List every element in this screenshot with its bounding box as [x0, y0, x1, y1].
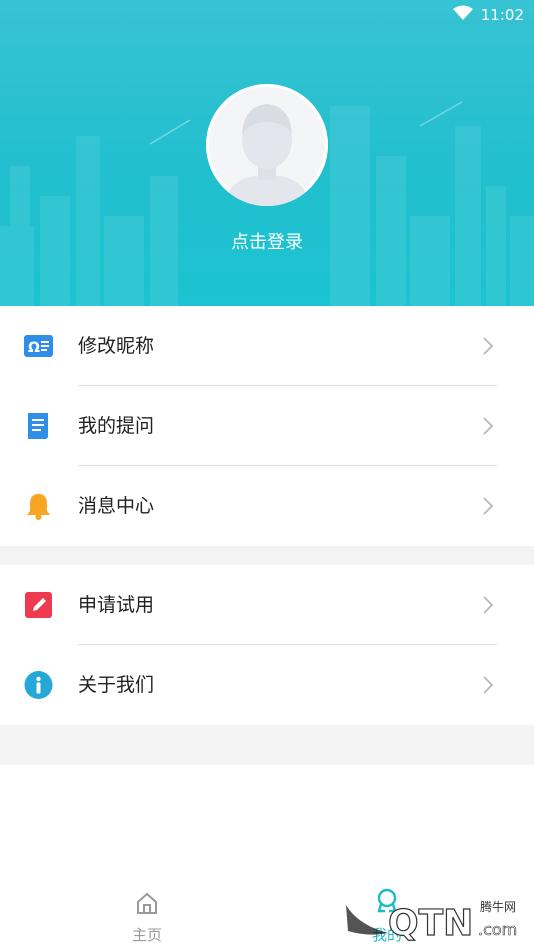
bell-icon — [27, 494, 50, 520]
watermark-site-name: 腾牛网 — [480, 899, 516, 914]
status-time: 11:02 — [480, 6, 524, 24]
profile-header: 11:02 点击登录 — [0, 0, 534, 306]
nickname-card-icon: Ω — [24, 335, 53, 357]
chevron-right-icon — [483, 676, 494, 694]
document-icon — [28, 413, 48, 439]
menu-item-label: 修改昵称 — [78, 335, 155, 357]
menu-item-message-center[interactable]: 消息中心 — [0, 466, 534, 546]
edit-pencil-icon — [25, 592, 52, 618]
login-prompt[interactable]: 点击登录 — [0, 228, 534, 254]
menu-item-about-us[interactable]: 关于我们 — [0, 645, 534, 725]
menu-item-label: 我的提问 — [78, 415, 155, 437]
menu-group-about: 申请试用 关于我们 — [0, 565, 534, 725]
chevron-right-icon — [483, 596, 494, 614]
tab-label: 主页 — [131, 926, 162, 944]
site-watermark: QTN .com 腾牛网 — [328, 885, 528, 945]
chevron-right-icon — [483, 417, 494, 435]
avatar[interactable] — [206, 84, 328, 206]
chevron-right-icon — [483, 337, 494, 355]
info-icon — [24, 671, 53, 699]
chevron-right-icon — [483, 497, 494, 515]
svg-text:Ω: Ω — [28, 340, 40, 356]
menu-group-account: Ω 修改昵称 我的提问 消息中心 — [0, 306, 534, 546]
menu-item-label: 申请试用 — [78, 594, 155, 616]
section-separator — [0, 546, 534, 565]
status-bar: 11:02 — [452, 4, 524, 26]
section-separator — [0, 725, 534, 765]
home-icon — [137, 892, 157, 914]
tab-home[interactable]: 主页 — [102, 880, 192, 949]
watermark-logo: QTN .com 腾牛网 — [346, 899, 518, 945]
watermark-brand: QTN — [388, 903, 473, 944]
menu-item-apply-trial[interactable]: 申请试用 — [0, 565, 534, 645]
wifi-icon — [452, 5, 473, 25]
menu-item-edit-nickname[interactable]: Ω 修改昵称 — [0, 306, 534, 386]
menu-item-my-questions[interactable]: 我的提问 — [0, 386, 534, 466]
menu-item-label: 关于我们 — [78, 674, 155, 696]
watermark-suffix: .com — [478, 920, 517, 939]
default-avatar-icon — [206, 84, 328, 206]
menu-item-label: 消息中心 — [78, 495, 155, 517]
